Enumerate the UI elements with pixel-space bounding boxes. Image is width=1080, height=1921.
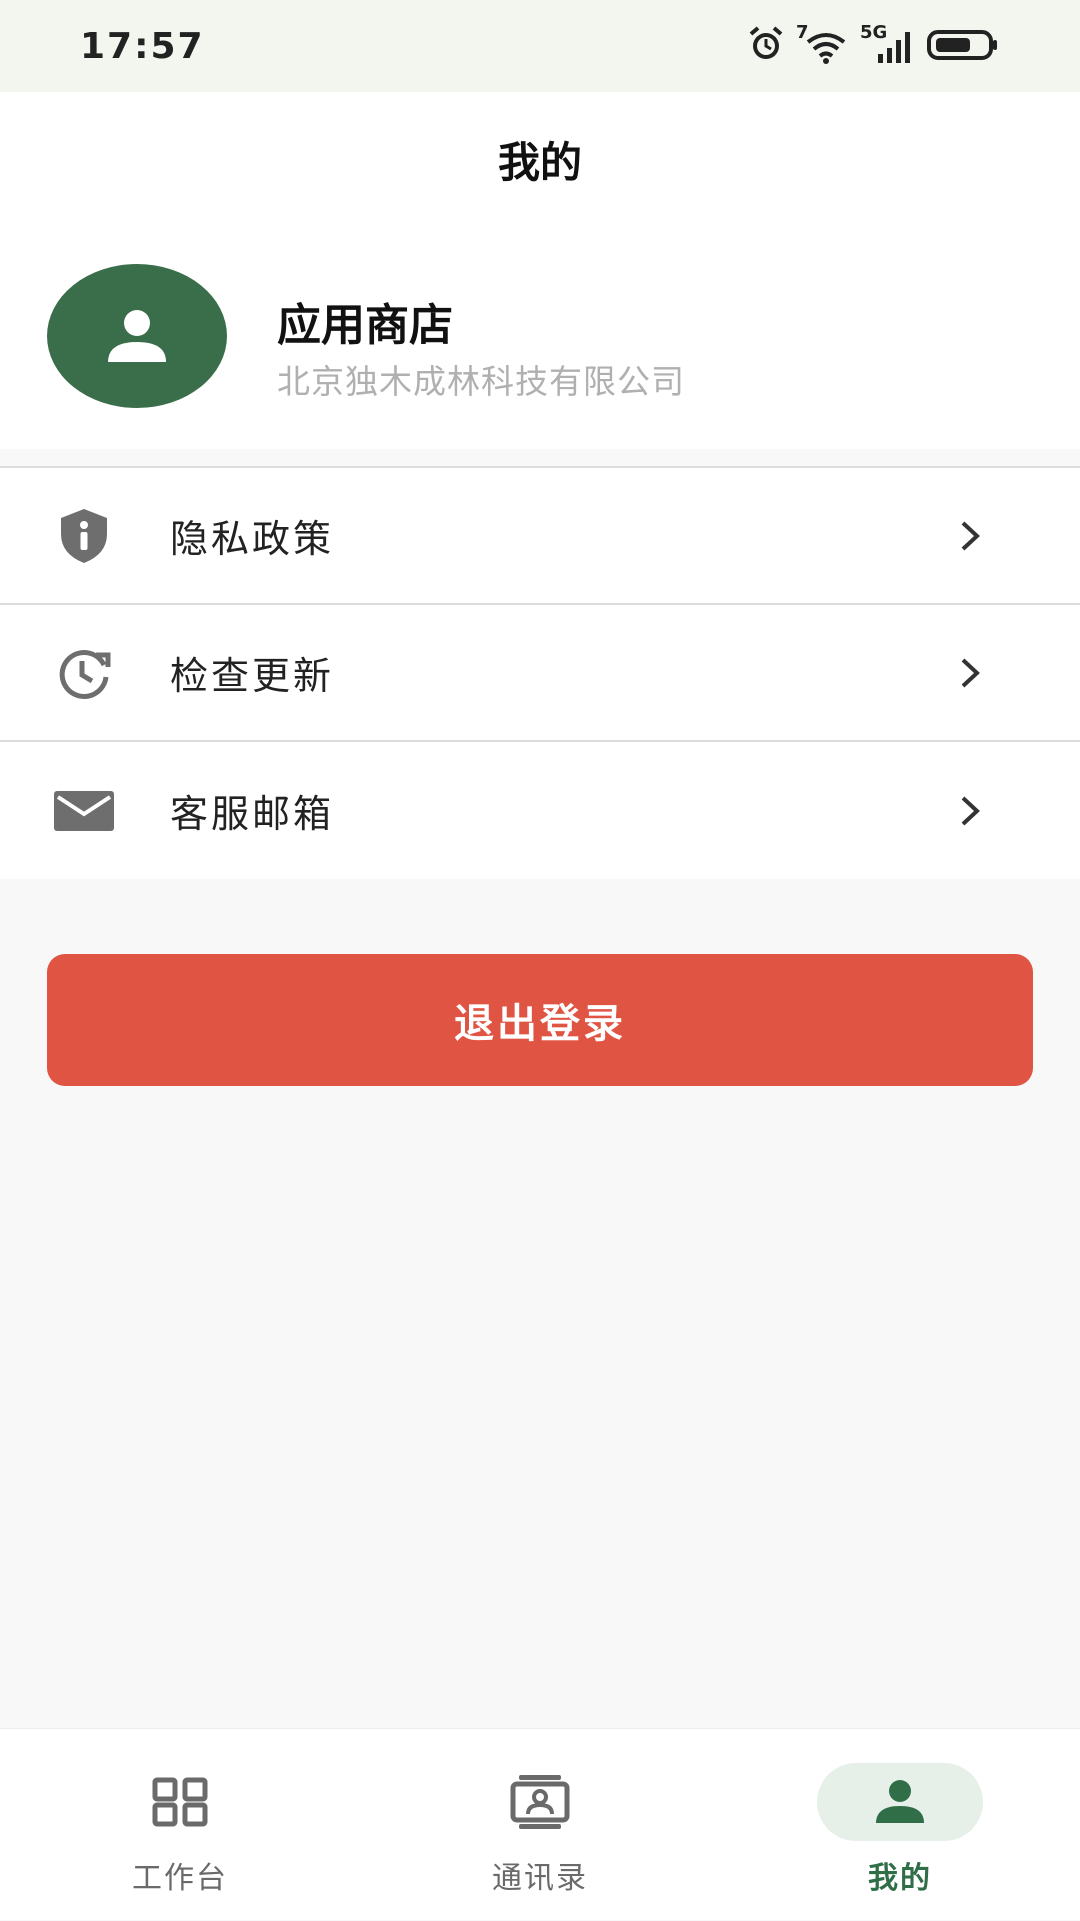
menu-item-label: 客服邮箱 <box>170 792 335 836</box>
alarm-icon <box>746 24 786 68</box>
menu-item-check-update[interactable]: 检查更新 <box>0 605 1080 742</box>
cellular-5g-icon: 5G <box>860 22 916 66</box>
battery-icon <box>926 24 1000 68</box>
menu-item-support-email[interactable]: 客服邮箱 <box>0 742 1080 879</box>
chevron-right-icon <box>950 516 990 556</box>
menu-item-privacy-policy[interactable]: 隐私政策 <box>0 468 1080 605</box>
grid-icon <box>152 1777 208 1827</box>
logout-button[interactable]: 退出登录 <box>47 954 1033 1086</box>
status-bar: 17:57 7 5G <box>0 0 1080 92</box>
status-icons: 7 5G <box>746 22 1000 68</box>
chevron-right-icon <box>950 791 990 831</box>
profile-card: 应用商店 北京独木成林科技有限公司 <box>0 227 1080 449</box>
menu-item-label: 隐私政策 <box>170 517 335 561</box>
tab-label: 我的 <box>868 1861 932 1896</box>
page-title: 我的 <box>497 138 582 187</box>
profile-name: 应用商店 <box>277 300 453 351</box>
tab-workbench[interactable]: 工作台 <box>0 1729 360 1921</box>
bottom-nav: 工作台 通讯录 我的 <box>0 1728 1080 1920</box>
page-header: 我的 <box>0 92 1080 227</box>
contacts-icon <box>510 1775 570 1829</box>
person-icon <box>876 1780 924 1823</box>
profile-company: 北京独木成林科技有限公司 <box>277 362 685 401</box>
settings-menu: 隐私政策 检查更新 客服邮箱 <box>0 466 1080 879</box>
tab-label: 通讯录 <box>492 1861 588 1896</box>
mail-icon <box>52 779 116 843</box>
nav-icon-wrap-active <box>817 1763 983 1841</box>
chevron-right-icon <box>950 653 990 693</box>
tab-label: 工作台 <box>132 1861 228 1896</box>
status-time: 17:57 <box>80 25 205 67</box>
tab-mine[interactable]: 我的 <box>720 1729 1080 1921</box>
wifi-icon: 7 <box>796 22 850 66</box>
update-clock-icon <box>52 641 116 705</box>
menu-item-label: 检查更新 <box>170 654 335 698</box>
avatar <box>47 264 227 408</box>
tab-contacts[interactable]: 通讯录 <box>360 1729 720 1921</box>
shield-info-icon <box>52 504 116 568</box>
nav-icon-wrap <box>97 1763 263 1841</box>
person-icon <box>108 310 166 362</box>
nav-icon-wrap <box>457 1763 623 1841</box>
